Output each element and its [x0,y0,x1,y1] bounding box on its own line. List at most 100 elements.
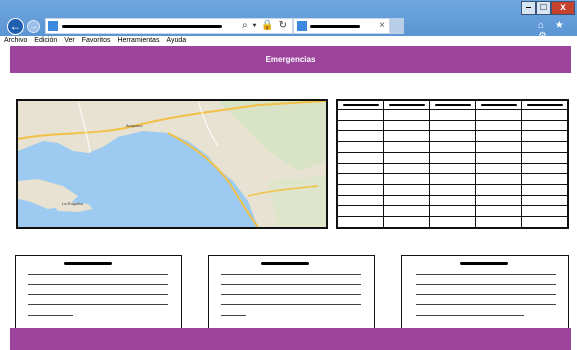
info-card-1[interactable] [15,255,182,330]
card-text-line [416,304,556,305]
close-window-button[interactable]: x [551,1,575,15]
site-favicon-icon [48,21,58,31]
table-cell [383,119,430,132]
minimize-button[interactable]: – [521,1,536,15]
menu-item-edicion[interactable]: Edición [34,37,57,44]
tab-close-icon[interactable]: × [379,20,385,31]
table-cell [383,151,430,164]
table-cell [521,184,568,196]
table-cell [521,141,568,153]
table-cell [475,162,522,175]
table-cell [383,173,430,186]
card-text-line [28,274,168,275]
table-row[interactable] [337,141,568,153]
address-text-placeholder [62,25,222,28]
map-image [18,101,326,227]
table-row[interactable] [337,109,568,121]
table-cell [475,109,522,121]
table-cell [337,205,384,218]
table-cell [337,130,384,143]
info-card-3[interactable] [401,255,569,330]
table-cell [337,194,384,207]
card-text-line [221,294,361,295]
table-cell [475,141,522,153]
table-header-cell [475,100,522,110]
card-text-line [28,304,168,305]
card-text-line [28,284,168,285]
table-cell [337,216,384,228]
table-row[interactable] [337,119,568,132]
card-text-line [28,294,168,295]
table-cell [475,173,522,186]
table-cell [475,151,522,164]
table-grid [337,100,568,228]
header-placeholder [434,104,471,106]
table-cell [521,119,568,132]
table-header-row [337,100,568,110]
table-header-cell [383,100,430,110]
table-row[interactable] [337,205,568,218]
card-text-line [416,294,556,295]
table-cell [429,173,476,186]
table-cell [475,194,522,207]
header-placeholder [342,104,379,106]
table-row[interactable] [337,162,568,175]
table-cell [521,109,568,121]
card-title-placeholder [64,262,112,265]
table-cell [429,151,476,164]
table-cell [383,184,430,196]
menu-item-favoritos[interactable]: Favoritos [82,37,111,44]
table-row[interactable] [337,173,568,186]
table-header-cell [521,100,568,110]
card-text-line [221,304,361,305]
table-cell [429,141,476,153]
table-row[interactable] [337,151,568,164]
table-cell [475,205,522,218]
card-text-line [416,315,524,316]
page-footer [10,328,571,350]
table-cell [521,162,568,175]
table-cell [521,205,568,218]
menu-item-herramientas[interactable]: Herramientas [117,37,159,44]
browser-tab[interactable]: × [293,18,390,34]
back-arrow-icon[interactable]: ← [7,18,24,35]
card-text-line [221,284,361,285]
map-panel[interactable]: Acapulco La Roqueta [16,99,328,229]
table-cell [475,184,522,196]
table-cell [475,216,522,228]
table-cell [521,151,568,164]
table-cell [383,141,430,153]
menu-item-ver[interactable]: Ver [64,37,75,44]
tab-title-placeholder [310,25,360,28]
menu-item-ayuda[interactable]: Ayuda [166,37,186,44]
table-cell [475,130,522,143]
card-title-placeholder [261,262,309,265]
table-row[interactable] [337,194,568,207]
table-cell [521,130,568,143]
new-tab-button[interactable] [390,18,404,34]
table-cell [521,194,568,207]
table-header-cell [337,100,384,110]
table-row[interactable] [337,130,568,143]
table-cell [383,162,430,175]
forward-arrow-icon[interactable]: → [27,20,40,33]
header-placeholder [480,104,517,106]
table-row[interactable] [337,184,568,196]
info-card-2[interactable] [208,255,375,330]
table-cell [337,184,384,196]
maximize-button[interactable]: □ [536,1,551,15]
table-cell [521,216,568,228]
card-text-line [28,315,73,316]
address-tools-icons[interactable]: ⌕ ▾ 🔒 ↻ [242,20,288,31]
table-row[interactable] [337,216,568,228]
page-header: Emergencias [10,46,571,73]
page-title: Emergencias [265,55,316,64]
table-cell [337,173,384,186]
table-cell [383,130,430,143]
address-bar[interactable]: ⌕ ▾ 🔒 ↻ [45,18,293,34]
menu-item-archivo[interactable]: Archivo [4,37,27,44]
data-table[interactable] [336,99,569,229]
browser-titlebar: ← → ⌕ ▾ 🔒 ↻ × – □ x ⌂ ★ ⚙ [0,0,577,42]
table-cell [429,119,476,132]
table-cell [521,173,568,186]
